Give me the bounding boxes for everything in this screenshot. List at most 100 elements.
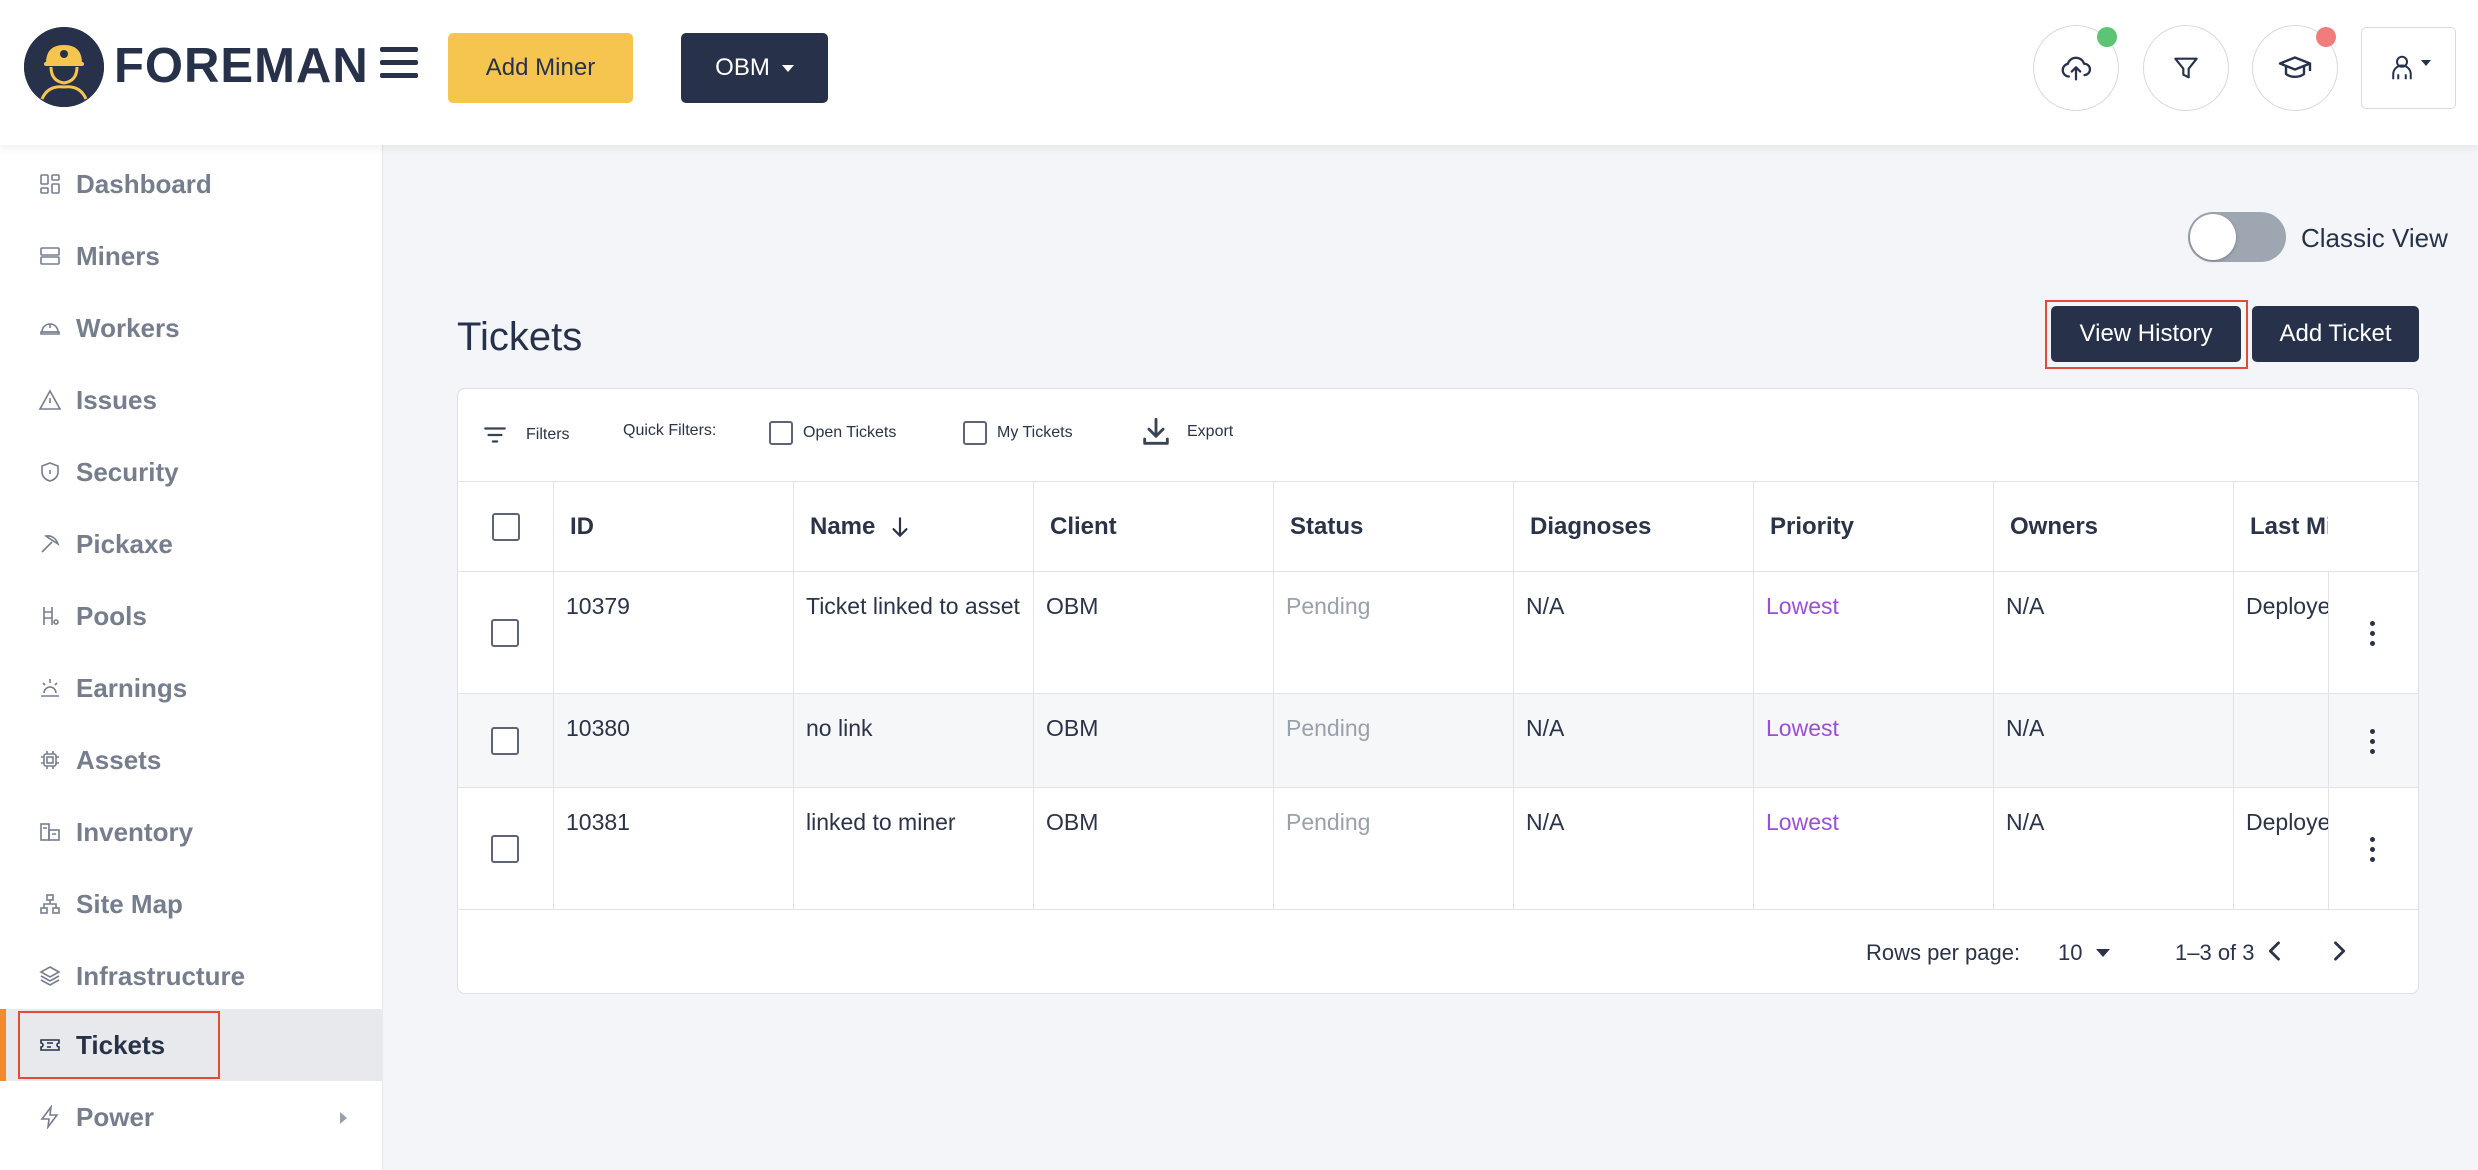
miner-helmet-icon — [24, 27, 104, 107]
sidebar-item-label: Pickaxe — [76, 528, 173, 559]
column-header-diagnoses[interactable]: Diagnoses — [1513, 482, 1753, 572]
cell-diagnoses: N/A — [1513, 694, 1753, 787]
menu-icon[interactable] — [380, 47, 418, 79]
sidebar-item-pools[interactable]: Pools — [0, 580, 383, 652]
pagination-range: 1–3 of 3 — [2175, 940, 2255, 965]
table-row[interactable]: 10381 linked to miner OBM Pending N/A Lo… — [458, 788, 2418, 910]
sidebar-item-issues[interactable]: Issues — [0, 364, 383, 436]
sidebar-item-assets[interactable]: Assets — [0, 724, 383, 796]
sort-arrow-down-icon — [892, 517, 908, 538]
foreman-logo[interactable] — [24, 27, 104, 107]
cell-client: OBM — [1033, 694, 1273, 787]
client-select[interactable]: OBM — [681, 33, 828, 103]
open-tickets-label: Open Tickets — [803, 424, 897, 441]
cell-owners: N/A — [1993, 694, 2233, 787]
column-header-id[interactable]: ID — [553, 482, 793, 572]
select-all-checkbox[interactable] — [491, 513, 520, 541]
pagination-bar: Rows per page: 10 1–3 of 3 — [458, 910, 2418, 993]
cell-client: OBM — [1033, 788, 1273, 909]
cell-client: OBM — [1033, 572, 1273, 693]
user-menu-button[interactable] — [2361, 27, 2456, 109]
row-select-cell — [458, 788, 553, 909]
sidebar-item-label: Dashboard — [76, 168, 212, 199]
cell-last-mined: Deploye — [2233, 572, 2328, 693]
layers-icon — [39, 966, 61, 986]
export-label: Export — [1187, 423, 1234, 440]
row-checkbox[interactable] — [491, 835, 519, 863]
row-select-cell — [458, 572, 553, 693]
sidebar-item-power[interactable]: Power — [0, 1081, 383, 1153]
row-actions-cell — [2328, 694, 2418, 787]
open-tickets-filter[interactable]: Open Tickets — [769, 421, 896, 445]
more-vertical-icon[interactable] — [2370, 729, 2376, 755]
cell-owners: N/A — [1993, 572, 2233, 693]
add-ticket-button[interactable]: Add Ticket — [2252, 306, 2419, 362]
column-header-client[interactable]: Client — [1033, 482, 1273, 572]
row-checkbox[interactable] — [491, 619, 519, 647]
sidebar-item-workers[interactable]: Workers — [0, 292, 383, 364]
sidebar-item-label: Earnings — [76, 672, 188, 703]
more-vertical-icon[interactable] — [2370, 837, 2376, 863]
sidebar-item-label: Security — [76, 456, 179, 487]
cell-status: Pending — [1273, 694, 1513, 787]
cell-id: 10380 — [553, 694, 793, 787]
sidebar-item-dashboard[interactable]: Dashboard — [0, 148, 383, 220]
pools-icon — [43, 607, 59, 625]
my-tickets-checkbox[interactable] — [963, 421, 987, 445]
column-header-owners[interactable]: Owners — [1993, 482, 2233, 572]
earnings-icon — [41, 679, 59, 697]
caret-down-icon — [2096, 949, 2111, 957]
classic-view-label: Classic View — [2301, 223, 2448, 253]
cell-status: Pending — [1273, 572, 1513, 693]
view-history-button[interactable]: View History — [2051, 306, 2241, 362]
brand-name: FOREMAN — [114, 39, 369, 93]
filters-button[interactable]: Filters — [480, 422, 570, 448]
table-header-row: ID Name Client Status Diagnoses Priority… — [458, 481, 2418, 572]
cell-priority: Lowest — [1753, 572, 1993, 693]
cell-last-mined — [2233, 694, 2328, 787]
cell-priority: Lowest — [1753, 788, 1993, 909]
table-row[interactable]: 10380 no link OBM Pending N/A Lowest N/A — [458, 694, 2418, 788]
more-vertical-icon[interactable] — [2370, 621, 2376, 647]
add-miner-button[interactable]: Add Miner — [448, 33, 633, 103]
sitemap-icon — [40, 894, 60, 914]
sidebar-item-infrastructure[interactable]: Infrastructure — [0, 940, 383, 1012]
chevron-left-icon[interactable] — [2261, 937, 2289, 965]
upload-button[interactable] — [2033, 25, 2119, 111]
sidebar-item-tickets[interactable]: Tickets — [0, 1009, 383, 1081]
classic-view-toggle[interactable] — [2188, 212, 2286, 262]
sidebar-item-inventory[interactable]: Inventory — [0, 796, 383, 868]
rows-per-page-select[interactable]: 10 — [2058, 940, 2111, 966]
sidebar: Dashboard Miners Workers Issues Security… — [0, 145, 383, 1170]
row-checkbox[interactable] — [491, 727, 519, 755]
my-tickets-label: My Tickets — [997, 424, 1073, 441]
focus-outline — [18, 1011, 220, 1079]
sidebar-item-earnings[interactable]: Earnings — [0, 652, 383, 724]
sidebar-item-security[interactable]: Security — [0, 436, 383, 508]
dashboard-icon — [40, 174, 60, 194]
row-actions-cell — [2328, 788, 2418, 909]
column-header-last-mined[interactable]: Last Mi — [2233, 482, 2328, 572]
sidebar-item-pickaxe[interactable]: Pickaxe — [0, 508, 383, 580]
table-row[interactable]: 10379 Ticket linked to asset OBM Pending… — [458, 572, 2418, 694]
cell-owners: N/A — [1993, 788, 2233, 909]
funnel-icon — [2174, 57, 2198, 79]
sidebar-item-label: Site Map — [76, 888, 183, 919]
sidebar-item-site-map[interactable]: Site Map — [0, 868, 383, 940]
sidebar-item-miners[interactable]: Miners — [0, 220, 383, 292]
column-header-priority[interactable]: Priority — [1753, 482, 1993, 572]
tickets-table-card: Filters Quick Filters: Open Tickets My T… — [457, 388, 2419, 994]
column-header-name-label: Name — [810, 513, 876, 540]
my-tickets-filter[interactable]: My Tickets — [963, 421, 1073, 445]
column-header-name[interactable]: Name — [793, 482, 1033, 572]
graduation-cap-icon — [2278, 56, 2312, 79]
hardhat-icon — [40, 323, 60, 335]
column-header-status[interactable]: Status — [1273, 482, 1513, 572]
filter-button[interactable] — [2143, 25, 2229, 111]
cell-priority: Lowest — [1753, 694, 1993, 787]
export-button[interactable]: Export — [1139, 415, 1233, 449]
training-button[interactable] — [2252, 25, 2338, 111]
top-header: FOREMAN Add Miner OBM — [0, 0, 2478, 145]
open-tickets-checkbox[interactable] — [769, 421, 793, 445]
chevron-right-icon[interactable] — [2325, 937, 2353, 965]
